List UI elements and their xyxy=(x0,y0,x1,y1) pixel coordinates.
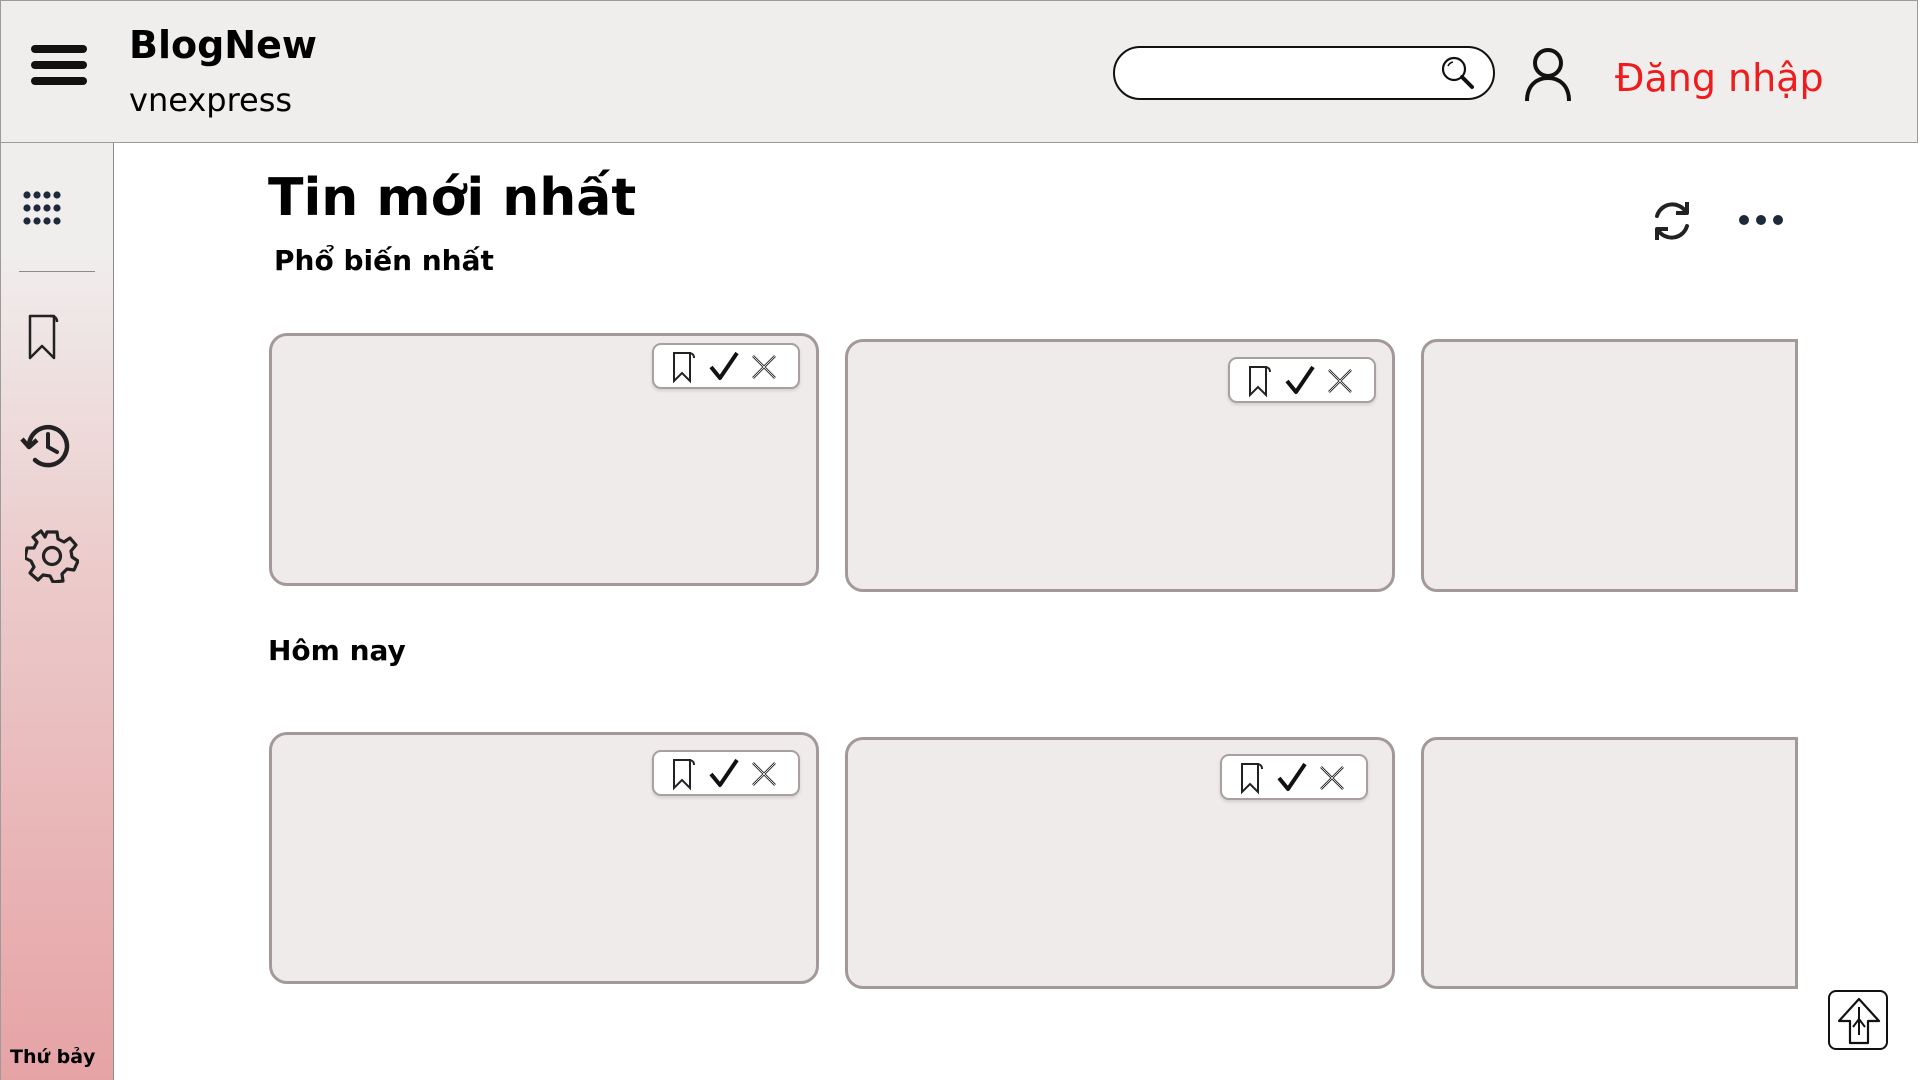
card-actions xyxy=(652,343,800,389)
close-icon[interactable] xyxy=(1316,761,1348,795)
article-card[interactable] xyxy=(269,732,819,984)
section-heading-today: Hôm nay xyxy=(268,634,406,667)
menu-icon[interactable] xyxy=(31,45,87,93)
check-icon[interactable] xyxy=(708,350,740,384)
bookmark-icon[interactable] xyxy=(1236,761,1268,795)
bookmark-icon[interactable] xyxy=(668,350,700,384)
brand-title[interactable]: BlogNew xyxy=(129,23,317,67)
article-card[interactable] xyxy=(269,333,819,586)
article-card[interactable] xyxy=(845,339,1395,592)
sidebar-divider xyxy=(19,271,95,272)
left-sidebar xyxy=(0,143,114,1080)
bookmark-icon[interactable] xyxy=(25,313,61,361)
user-icon[interactable] xyxy=(1523,45,1573,103)
more-options-icon[interactable] xyxy=(1738,210,1786,230)
search-input[interactable] xyxy=(1135,56,1439,92)
card-actions xyxy=(1220,754,1368,800)
card-actions xyxy=(1228,357,1376,403)
refresh-icon[interactable] xyxy=(1648,198,1696,244)
close-icon[interactable] xyxy=(748,757,780,791)
history-icon[interactable] xyxy=(19,419,75,473)
page-title: Tin mới nhất xyxy=(268,168,637,228)
article-card[interactable] xyxy=(1421,339,1798,592)
close-icon[interactable] xyxy=(748,350,780,384)
bookmark-icon[interactable] xyxy=(668,757,700,791)
check-icon[interactable] xyxy=(1284,364,1316,398)
section-heading-popular: Phổ biến nhất xyxy=(274,244,494,277)
arrow-up-icon xyxy=(1837,997,1881,1045)
search-icon[interactable] xyxy=(1439,54,1477,92)
card-actions xyxy=(652,750,800,796)
apps-grid-icon[interactable] xyxy=(21,189,63,231)
brand-subtitle: vnexpress xyxy=(129,81,293,119)
search-box xyxy=(1113,46,1495,100)
check-icon[interactable] xyxy=(708,757,740,791)
settings-icon[interactable] xyxy=(25,529,79,583)
close-icon[interactable] xyxy=(1324,364,1356,398)
article-card[interactable] xyxy=(1421,737,1798,989)
article-card[interactable] xyxy=(845,737,1395,989)
scroll-to-top-button[interactable] xyxy=(1828,990,1888,1050)
login-link[interactable]: Đăng nhập xyxy=(1615,56,1824,100)
top-header: BlogNew vnexpress Đăng nhập xyxy=(0,0,1918,143)
bookmark-icon[interactable] xyxy=(1244,364,1276,398)
check-icon[interactable] xyxy=(1276,761,1308,795)
day-label: Thứ bảy xyxy=(10,1046,96,1068)
